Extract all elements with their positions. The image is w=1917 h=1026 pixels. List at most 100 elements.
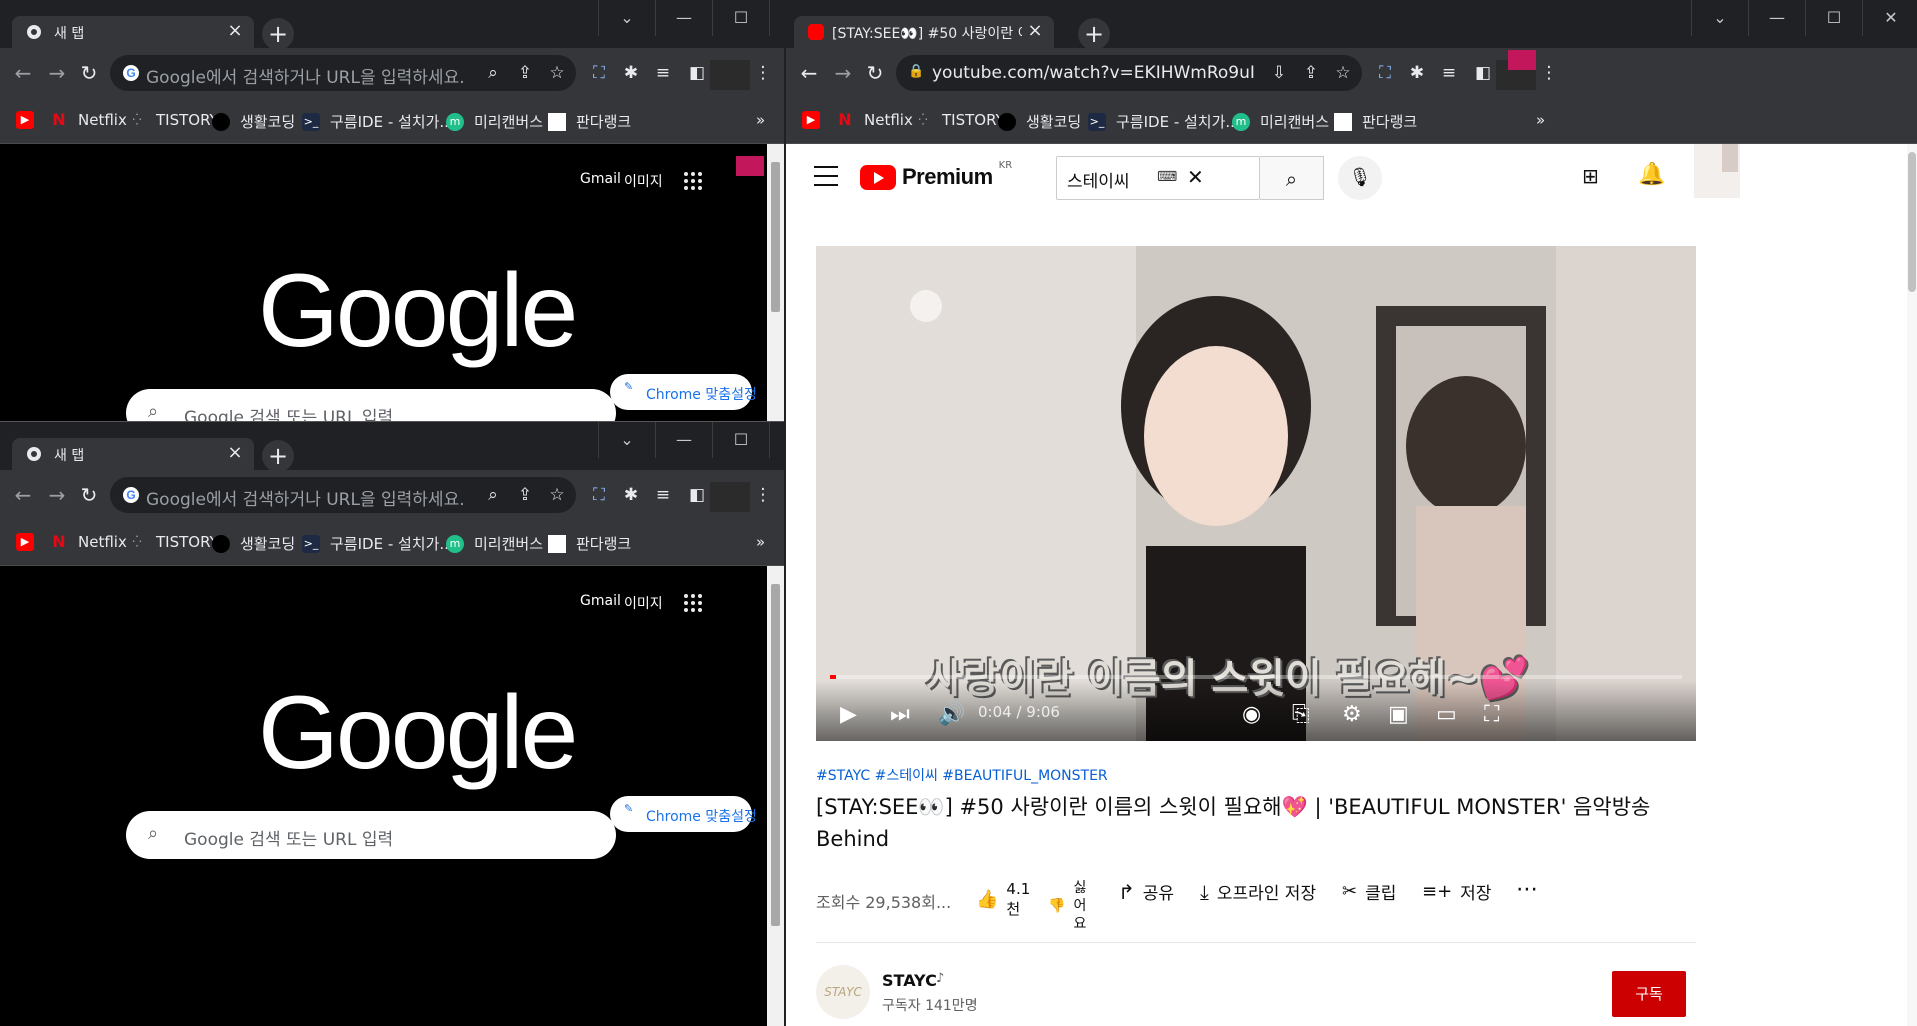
close-tab-icon[interactable]: ×	[224, 442, 246, 464]
clip-button[interactable]: ✂ 클립	[1342, 879, 1396, 904]
customize-chrome-button[interactable]: ✎ Chrome 맞춤설정	[610, 796, 757, 832]
media-control-icon[interactable]: ≡	[650, 60, 676, 86]
video-hashtags[interactable]: #STAYC #스테이씨 #BEAUTIFUL_MONSTER	[816, 765, 1696, 785]
close-tab-icon[interactable]: ×	[224, 20, 246, 42]
more-bookmarks-icon[interactable]: »	[756, 111, 765, 129]
tab-new-tab[interactable]: 새 탭 ×	[12, 438, 254, 470]
media-control-icon[interactable]: ≡	[1436, 60, 1462, 86]
side-panel-icon[interactable]: ◧	[1470, 60, 1496, 86]
close-window-button[interactable]: ✕	[769, 0, 784, 36]
bookmark-goorm[interactable]: >_ 구름IDE - 설치가...	[302, 111, 454, 132]
forward-icon[interactable]: →	[44, 482, 70, 508]
video-player[interactable]: 사랑이란 이름의 스윗이 필요해~💕 ▶ ⏭ 🔊 0:04 / 9:06 ◉ ⎘…	[816, 246, 1696, 741]
subtitles-icon[interactable]: ⎘	[1292, 702, 1310, 727]
bookmark-goorm[interactable]: >_ 구름IDE - 설치가...	[1088, 111, 1240, 132]
gmail-link[interactable]: Gmail	[580, 171, 621, 187]
omnibox[interactable]: 🔒 youtube.com/watch?v=EKIHWmRo9uI ⇩ ⇪ ☆	[896, 55, 1362, 91]
bookmark-miricanvas[interactable]: m 미리캔버스	[446, 533, 543, 554]
new-tab-button[interactable]: +	[1078, 18, 1110, 50]
back-icon[interactable]: ←	[10, 482, 36, 508]
new-tab-button[interactable]: +	[262, 18, 294, 50]
scrollbar[interactable]	[767, 566, 784, 1026]
close-window-button[interactable]: ✕	[769, 422, 784, 458]
bookmark-tistory[interactable]: ⁛ TISTORY	[914, 111, 1005, 129]
bookmark-netflix[interactable]: N Netflix	[836, 111, 913, 130]
miniplayer-icon[interactable]: ▣	[1388, 702, 1409, 727]
reload-icon[interactable]: ↻	[76, 482, 102, 508]
keyboard-icon[interactable]: ⌨	[1157, 169, 1177, 185]
lens-icon[interactable]: ⛶	[1372, 60, 1398, 86]
bookmark-opentutorials[interactable]: 생활코딩	[998, 111, 1081, 132]
share-icon[interactable]: ⇪	[1300, 62, 1322, 84]
bookmark-netflix[interactable]: N Netflix	[50, 533, 127, 552]
back-icon[interactable]: ←	[10, 60, 36, 86]
extensions-icon[interactable]: ✱	[1404, 60, 1430, 86]
bookmark-youtube[interactable]: ▶	[802, 111, 820, 129]
scrollbar-thumb[interactable]	[771, 162, 780, 312]
scrollbar-thumb[interactable]	[771, 584, 780, 926]
bookmark-pandarank[interactable]: 판다랭크	[548, 111, 631, 132]
profile-avatar[interactable]	[1496, 50, 1536, 90]
customize-chrome-button[interactable]: ✎ Chrome 맞춤설정	[610, 374, 757, 410]
install-icon[interactable]: ⇩	[1268, 62, 1290, 84]
maximize-button[interactable]: ☐	[712, 0, 769, 36]
tab-search-icon[interactable]: ⌄	[598, 0, 655, 36]
extensions-icon[interactable]: ✱	[618, 482, 644, 508]
tab-youtube-video[interactable]: [STAY:SEE👀] #50 사랑이란 이름 ×	[794, 16, 1054, 48]
account-avatar[interactable]	[1694, 144, 1740, 198]
minimize-button[interactable]: —	[1748, 0, 1805, 36]
bookmark-netflix[interactable]: N Netflix	[50, 111, 127, 130]
maximize-button[interactable]: ☐	[1805, 0, 1862, 36]
profile-avatar[interactable]	[710, 60, 750, 90]
search-icon[interactable]: ⌕	[482, 62, 504, 84]
share-icon[interactable]: ⇪	[514, 484, 536, 506]
menu-icon[interactable]: ⋮	[1536, 60, 1562, 86]
share-icon[interactable]: ⇪	[514, 62, 536, 84]
bookmark-tistory[interactable]: ⁛ TISTORY	[128, 533, 219, 551]
reload-icon[interactable]: ↻	[862, 60, 888, 86]
side-panel-icon[interactable]: ◧	[684, 482, 710, 508]
google-search-box[interactable]: ⌕ Google 검색 또는 URL 입력	[126, 811, 616, 859]
settings-icon[interactable]: ⚙	[1342, 702, 1362, 727]
dislike-button[interactable]: 👎 싫어요	[1048, 879, 1087, 933]
hamburger-menu-icon[interactable]	[814, 166, 838, 186]
download-button[interactable]: ⤓ 오프라인 저장	[1200, 879, 1316, 905]
forward-icon[interactable]: →	[830, 60, 856, 86]
star-icon[interactable]: ☆	[546, 62, 568, 84]
menu-icon[interactable]: ⋮	[750, 482, 776, 508]
bookmark-tistory[interactable]: ⁛ TISTORY	[128, 111, 219, 129]
channel-name[interactable]: STAYC	[882, 971, 937, 990]
more-bookmarks-icon[interactable]: »	[756, 533, 765, 551]
clear-search-icon[interactable]: ✕	[1187, 165, 1204, 189]
menu-icon[interactable]: ⋮	[750, 60, 776, 86]
back-icon[interactable]: ←	[796, 60, 822, 86]
minimize-button[interactable]: —	[655, 0, 712, 36]
subscribe-button[interactable]: 구독	[1612, 971, 1686, 1017]
channel-avatar[interactable]: STAYC	[816, 965, 870, 1019]
new-tab-button[interactable]: +	[262, 440, 294, 472]
bookmark-miricanvas[interactable]: m 미리캔버스	[446, 111, 543, 132]
bookmark-youtube[interactable]: ▶	[16, 111, 34, 129]
media-control-icon[interactable]: ≡	[650, 482, 676, 508]
star-icon[interactable]: ☆	[546, 484, 568, 506]
reload-icon[interactable]: ↻	[76, 60, 102, 86]
bookmark-pandarank[interactable]: 판다랭크	[1334, 111, 1417, 132]
profile-avatar[interactable]	[710, 482, 750, 512]
bookmark-goorm[interactable]: >_ 구름IDE - 설치가...	[302, 533, 454, 554]
close-tab-icon[interactable]: ×	[1024, 20, 1046, 42]
star-icon[interactable]: ☆	[1332, 62, 1354, 84]
omnibox[interactable]: G Google에서 검색하거나 URL을 입력하세요. ⌕ ⇪ ☆	[110, 477, 576, 513]
bookmark-pandarank[interactable]: 판다랭크	[548, 533, 631, 554]
youtube-logo[interactable]: Premium KR	[860, 160, 1012, 190]
images-link[interactable]: 이미지	[624, 593, 663, 613]
autoplay-toggle-icon[interactable]: ◉	[1242, 702, 1261, 727]
bookmark-opentutorials[interactable]: 생활코딩	[212, 111, 295, 132]
more-bookmarks-icon[interactable]: »	[1536, 111, 1545, 129]
theater-mode-icon[interactable]: ▭	[1436, 702, 1457, 727]
forward-icon[interactable]: →	[44, 60, 70, 86]
page-scrollbar[interactable]	[1907, 144, 1917, 1026]
tab-search-icon[interactable]: ⌄	[1691, 0, 1748, 36]
tab-new-tab[interactable]: 새 탭 ×	[12, 16, 254, 48]
search-input[interactable]: 스테이씨	[1067, 167, 1130, 192]
minimize-button[interactable]: —	[655, 422, 712, 458]
